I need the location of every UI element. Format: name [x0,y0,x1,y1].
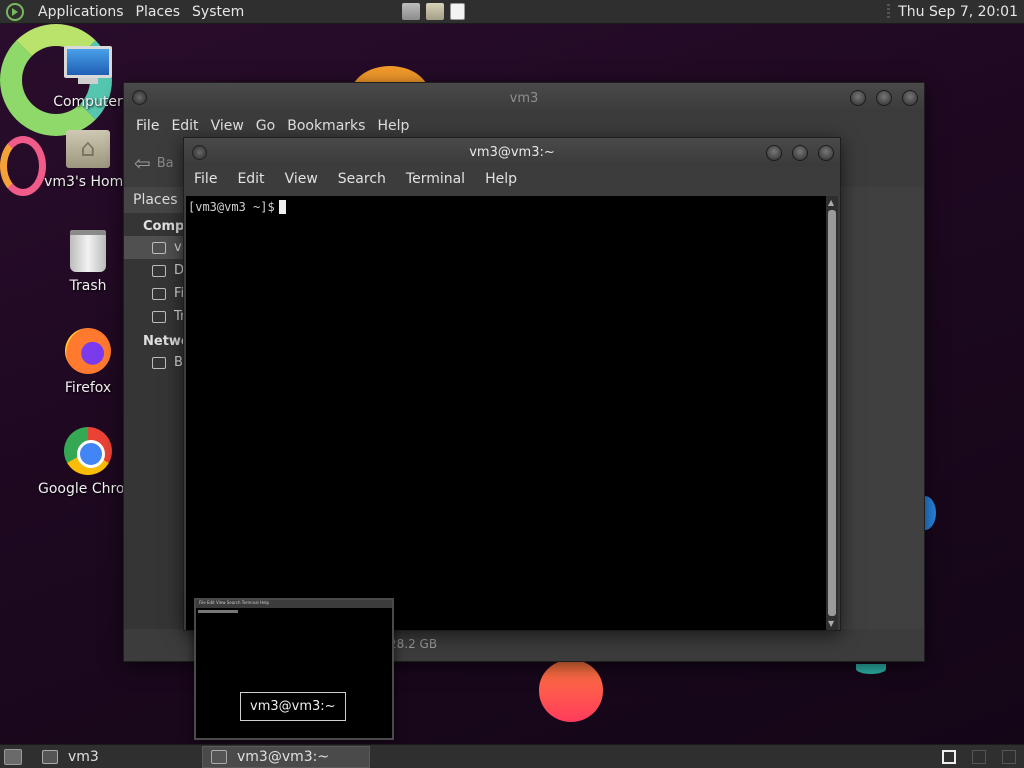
preview-menubar: File Edit View Search Terminal Help [196,600,392,608]
home-folder-icon [66,130,110,168]
workspace-3[interactable] [994,746,1024,768]
wallpaper-shape-teal [856,664,886,674]
text-cursor [278,200,286,214]
close-button[interactable] [818,145,834,161]
free-space-label: 28.2 GB [389,637,438,651]
window-menu-button[interactable] [192,145,207,160]
wallpaper-shape-red [539,660,603,722]
menu-terminal[interactable]: Terminal [392,171,471,187]
taskbar-item-file-manager[interactable]: vm3 [34,746,107,768]
folder-icon [42,749,58,764]
menu-help[interactable]: Help [371,118,415,134]
file-manager-launcher-icon[interactable] [426,3,444,20]
menu-bookmarks[interactable]: Bookmarks [281,118,371,134]
computer-icon [64,46,112,88]
sidebar-item-desktop[interactable]: Desktop [124,259,184,282]
panel-tray: Thu Sep 7, 20:01 [887,0,1018,24]
scroll-thumb[interactable] [828,210,836,616]
bottom-panel: vm3 vm3@vm3:~ [0,744,1024,768]
panel-launchers [402,3,465,20]
terminal-window[interactable]: vm3@vm3:~ File Edit View Search Terminal… [183,137,841,631]
text-editor-launcher-icon[interactable] [450,3,465,20]
chrome-icon [64,427,112,475]
back-arrow-icon[interactable]: ⇦ [134,151,151,175]
places-sidebar: Places Computer vm3 Desktop File System … [124,187,184,629]
applications-menu[interactable]: Applications [32,4,130,20]
trash-icon [70,230,106,272]
terminal-menubar: File Edit View Search Terminal Help [184,166,840,192]
desktop-folder-icon [152,264,166,277]
terminal-output[interactable]: [vm3@vm3 ~]$ [186,196,828,630]
taskbar-item-terminal[interactable]: vm3@vm3:~ [202,745,370,768]
sidebar-item-home[interactable]: vm3 [124,236,184,259]
panel-menu-bar: Applications Places System [0,0,250,24]
firefox-icon [65,328,111,374]
preview-prompt-line [198,610,238,613]
sidebar-section-network: Network [143,334,184,349]
window-title: vm3 [509,90,539,106]
shell-prompt: [vm3@vm3 ~]$ [188,200,275,214]
sidebar-item-filesystem[interactable]: File System [124,282,184,305]
close-button[interactable] [902,90,918,106]
menu-edit[interactable]: Edit [223,171,270,187]
menu-file[interactable]: File [130,118,165,134]
taskbar-item-label: vm3@vm3:~ [237,748,330,765]
sidebar-item-browse-network[interactable]: Browse Network [124,351,184,374]
minimize-button[interactable] [850,90,866,106]
maximize-button[interactable] [876,90,892,106]
show-desktop-icon[interactable] [4,748,22,765]
file-manager-titlebar[interactable]: vm3 [124,83,924,113]
trash-small-icon [152,310,166,323]
workspace-1[interactable] [934,746,964,768]
sidebar-item-trash[interactable]: Trash [124,305,184,328]
places-menu[interactable]: Places [130,4,187,20]
scroll-down-arrow-icon[interactable]: ▼ [828,619,834,628]
menu-file[interactable]: File [188,171,223,187]
maximize-button[interactable] [792,145,808,161]
network-icon [152,356,166,369]
screenshot-launcher-icon[interactable] [402,3,420,20]
distro-logo-icon[interactable] [6,2,24,21]
window-preview-popup: File Edit View Search Terminal Help vm3@… [194,598,394,740]
system-menu[interactable]: System [186,4,250,20]
panel-separator [887,4,891,20]
top-panel: Applications Places System Thu Sep 7, 20… [0,0,1024,24]
workspace-2[interactable] [964,746,994,768]
menu-view[interactable]: View [205,118,250,134]
home-icon [152,241,166,254]
file-manager-menubar: File Edit View Go Bookmarks Help [124,113,924,139]
terminal-scrollbar[interactable]: ▲ ▼ [826,196,838,630]
menu-edit[interactable]: Edit [165,118,204,134]
workspace-switcher [934,746,1024,768]
places-header[interactable]: Places [124,187,184,213]
sidebar-section-computer: Computer [143,219,184,234]
menu-search[interactable]: Search [324,171,392,187]
window-title: vm3@vm3:~ [469,144,555,160]
window-menu-button[interactable] [132,90,147,105]
menu-view[interactable]: View [271,171,324,187]
scroll-up-arrow-icon[interactable]: ▲ [828,198,834,207]
preview-title: vm3@vm3:~ [240,692,346,721]
terminal-icon [211,749,227,764]
taskbar-item-label: vm3 [68,748,99,765]
clock[interactable]: Thu Sep 7, 20:01 [898,4,1018,20]
back-button-label[interactable]: Ba [157,156,174,171]
menu-help[interactable]: Help [471,171,523,187]
terminal-titlebar[interactable]: vm3@vm3:~ [184,138,840,166]
drive-icon [152,287,166,300]
menu-go[interactable]: Go [250,118,281,134]
minimize-button[interactable] [766,145,782,161]
